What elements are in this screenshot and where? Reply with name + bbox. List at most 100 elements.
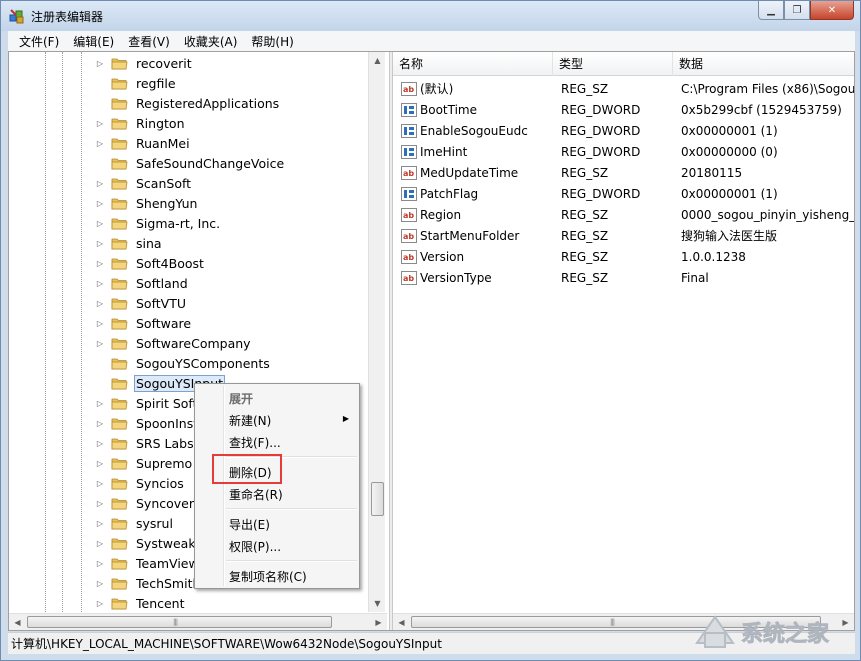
scroll-thumb[interactable] — [371, 482, 384, 516]
scroll-thumb[interactable]: ||| — [27, 616, 332, 628]
tree-item[interactable]: ▷ ScanSoft — [95, 173, 193, 193]
column-header-data[interactable]: 数据 — [673, 52, 854, 76]
expand-arrow-icon[interactable]: ▷ — [95, 59, 105, 68]
menu-view[interactable]: 查看(V) — [123, 33, 175, 50]
tree-item[interactable]: ▷ Systweak — [95, 533, 198, 553]
tree-item[interactable]: ▷ RuanMei — [95, 133, 192, 153]
tree-item[interactable]: ▷ Supremo — [95, 453, 194, 473]
expand-arrow-icon[interactable]: ▷ — [95, 419, 105, 428]
expand-arrow-icon[interactable]: ▷ — [95, 319, 105, 328]
value-row[interactable]: ab Region REG_SZ 0000_sogou_pinyin_yisheng_… — [393, 204, 854, 225]
tree-item[interactable]: ▷ recoverit — [95, 53, 194, 73]
values-list-pane[interactable]: 名称 类型 数据 ◀ ||| ▶ ab (默认) REG_SZ C:\Program … — [393, 52, 854, 630]
menu-file[interactable]: 文件(F) — [14, 33, 64, 50]
tree-item[interactable]: ▷ TeamViewe — [95, 553, 208, 573]
value-row[interactable]: ab Version REG_SZ 1.0.0.1238 — [393, 246, 854, 267]
column-header-name[interactable]: 名称 — [393, 52, 553, 76]
menu-item-new[interactable]: 新建(N) — [229, 412, 271, 429]
tree-vertical-scrollbar[interactable]: ▲ ▼ — [368, 52, 385, 612]
expand-arrow-icon[interactable]: ▷ — [95, 219, 105, 228]
scroll-left-arrow-icon[interactable]: ◀ — [9, 614, 26, 630]
scroll-right-arrow-icon[interactable]: ▶ — [370, 614, 387, 630]
expand-arrow-icon[interactable]: ▷ — [95, 239, 105, 248]
tree-item[interactable]: ▷ sina — [95, 233, 164, 253]
expand-arrow-icon[interactable]: ▷ — [95, 139, 105, 148]
expand-arrow-icon[interactable]: ▷ — [95, 399, 105, 408]
menu-help[interactable]: 帮助(H) — [246, 33, 298, 50]
menu-item-rename[interactable]: 重命名(R) — [229, 486, 283, 503]
scroll-up-arrow-icon[interactable]: ▲ — [369, 52, 386, 69]
tree-item[interactable]: ▷ Spirit Soft — [95, 393, 200, 413]
value-row[interactable]: ab (默认) REG_SZ C:\Program Files (x86)\Sogou… — [393, 78, 854, 99]
tree-item[interactable]: ▷ ShengYun — [95, 193, 199, 213]
svg-text:ab: ab — [403, 274, 414, 283]
svg-text:ab: ab — [403, 85, 414, 94]
string-value-icon: ab — [401, 207, 417, 223]
tree-item[interactable]: ▷ SpoonInsta — [95, 413, 208, 433]
tree-item[interactable]: ▷ Sigma-rt, Inc. — [95, 213, 222, 233]
tree-item-label: Sigma-rt, Inc. — [136, 215, 221, 231]
expand-arrow-icon[interactable]: ▷ — [95, 339, 105, 348]
menu-item-permissions[interactable]: 权限(P)... — [229, 538, 281, 555]
maximize-button[interactable]: ❐ — [784, 1, 810, 20]
expand-arrow-icon[interactable]: ▷ — [95, 499, 105, 508]
expand-arrow-icon[interactable]: ▷ — [95, 179, 105, 188]
tree-horizontal-scrollbar[interactable]: ◀ ||| ▶ — [9, 613, 387, 630]
folder-icon — [111, 317, 128, 330]
close-button[interactable]: ✕ — [810, 1, 854, 20]
expand-arrow-icon[interactable]: ▷ — [95, 119, 105, 128]
menu-item-export[interactable]: 导出(E) — [229, 516, 270, 533]
expand-arrow-icon[interactable]: ▷ — [95, 259, 105, 268]
value-row[interactable]: PatchFlag REG_DWORD 0x00000001 (1) — [393, 183, 854, 204]
expand-arrow-icon[interactable]: ▷ — [95, 519, 105, 528]
value-row[interactable]: BootTime REG_DWORD 0x5b299cbf (1529453759) — [393, 99, 854, 120]
value-type: REG_SZ — [561, 81, 609, 96]
column-header-type[interactable]: 类型 — [553, 52, 673, 76]
menu-item-find[interactable]: 查找(F)... — [229, 434, 281, 451]
expand-arrow-icon[interactable]: ▷ — [95, 459, 105, 468]
menu-item-expand[interactable]: 展开 — [229, 390, 253, 407]
tree-item[interactable]: ▷ Soft4Boost — [95, 253, 206, 273]
expand-arrow-icon[interactable]: ▷ — [95, 599, 105, 608]
value-row[interactable]: EnableSogouEudc REG_DWORD 0x00000001 (1) — [393, 120, 854, 141]
expand-arrow-icon[interactable]: ▷ — [95, 279, 105, 288]
tree-item[interactable]: ▷ Software — [95, 313, 193, 333]
menu-favorites[interactable]: 收藏夹(A) — [179, 33, 243, 50]
title-bar[interactable]: 注册表编辑器 ▁ ❐ ✕ — [1, 1, 860, 31]
expand-arrow-icon[interactable]: ▷ — [95, 479, 105, 488]
scroll-left-arrow-icon[interactable]: ◀ — [393, 614, 410, 630]
tree-item[interactable]: ▷ Softland — [95, 273, 190, 293]
tree-item[interactable]: RegisteredApplications — [95, 93, 281, 113]
tree-item[interactable]: ▷ TechSmith — [95, 573, 202, 593]
expand-arrow-icon[interactable]: ▷ — [95, 539, 105, 548]
tree-item[interactable]: ▷ Syncios — [95, 473, 186, 493]
scroll-down-arrow-icon[interactable]: ▼ — [369, 595, 386, 612]
value-name-cell: ab VersionType — [401, 270, 492, 286]
tree-item[interactable]: ▷ Syncovery — [95, 493, 203, 513]
folder-icon — [111, 197, 128, 210]
tree-item[interactable]: ▷ SRS Labs — [95, 433, 196, 453]
expand-arrow-icon[interactable]: ▷ — [95, 199, 105, 208]
tree-item[interactable]: ▷ sysrul — [95, 513, 175, 533]
expand-arrow-icon[interactable]: ▷ — [95, 579, 105, 588]
tree-item[interactable]: SogouYSComponents — [95, 353, 272, 373]
tree-item[interactable]: ▷ Tencent — [95, 593, 187, 613]
tree-item[interactable]: ▷ SoftwareCompany — [95, 333, 253, 353]
value-row[interactable]: ImeHint REG_DWORD 0x00000000 (0) — [393, 141, 854, 162]
value-row[interactable]: ab MedUpdateTime REG_SZ 20180115 — [393, 162, 854, 183]
expand-arrow-icon[interactable]: ▷ — [95, 559, 105, 568]
menu-separator — [226, 560, 357, 562]
expand-arrow-icon[interactable]: ▷ — [95, 439, 105, 448]
tree-item[interactable]: regfile — [95, 73, 178, 93]
minimize-button[interactable]: ▁ — [758, 1, 784, 20]
value-data: 0x5b299cbf (1529453759) — [681, 102, 842, 117]
tree-item[interactable]: SafeSoundChangeVoice — [95, 153, 286, 173]
tree-item[interactable]: ▷ Rington — [95, 113, 187, 133]
menu-edit[interactable]: 编辑(E) — [68, 33, 119, 50]
expand-arrow-icon[interactable]: ▷ — [95, 299, 105, 308]
menu-item-copy-key-name[interactable]: 复制项名称(C) — [229, 568, 307, 585]
value-row[interactable]: ab StartMenuFolder REG_SZ 搜狗输入法医生版 — [393, 225, 854, 246]
value-row[interactable]: ab VersionType REG_SZ Final — [393, 267, 854, 288]
tree-item-label: SafeSoundChangeVoice — [136, 155, 285, 171]
tree-item[interactable]: ▷ SoftVTU — [95, 293, 188, 313]
